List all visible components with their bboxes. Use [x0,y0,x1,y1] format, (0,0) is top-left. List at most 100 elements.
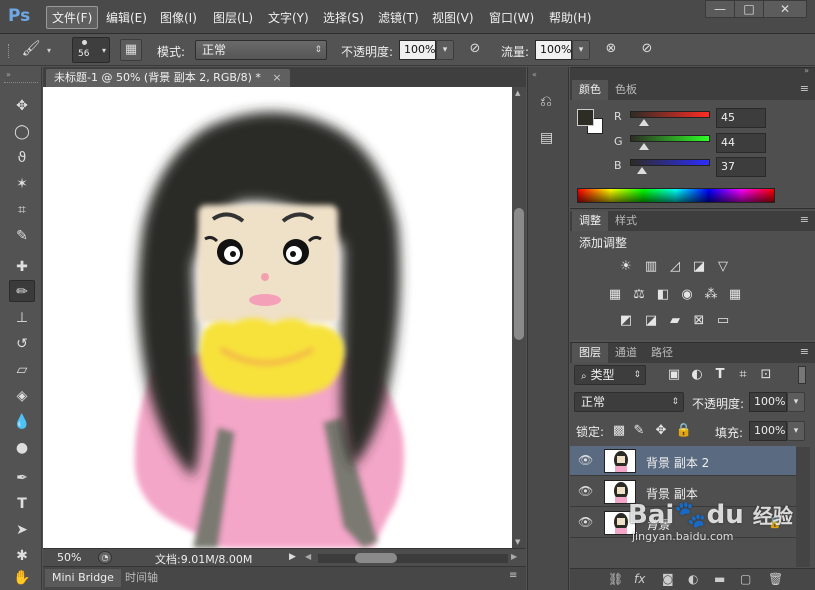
lock-all-icon[interactable]: 🔒 [675,423,693,439]
chevron-down-icon[interactable]: ▾ [787,392,805,412]
brightness-icon[interactable]: ☀ [617,259,635,275]
b-slider-caret[interactable] [637,167,647,174]
invert-icon[interactable]: ◩ [617,313,635,329]
link-layers-icon[interactable]: ⛓ [608,572,623,586]
photo-filter-icon[interactable]: ◉ [678,287,696,303]
layer-row-selected[interactable]: 👁 背景 副本 2 [570,446,796,476]
maximize-button[interactable]: □ [734,0,764,18]
foreground-color-swatch[interactable] [577,109,594,126]
close-button[interactable]: ✕ [763,0,807,18]
eye-icon[interactable]: 👁 [578,484,593,498]
lasso-tool-icon[interactable]: ϑ [9,147,35,169]
menu-edit[interactable]: 编辑(E) [106,9,147,26]
properties-icon[interactable]: ▤ [540,130,553,146]
airbrush-icon[interactable]: ⊗ [600,39,622,61]
g-slider-caret[interactable] [639,143,649,150]
brush-tool-icon[interactable]: ✏ [9,280,35,302]
grip-handle[interactable] [4,82,38,85]
b-value-field[interactable]: 37 [716,157,766,177]
minimize-button[interactable]: — [705,0,735,18]
collapse-arrows-icon[interactable]: » [6,70,11,79]
brush-picker[interactable]: 56 ▾ [72,37,110,63]
g-value-field[interactable]: 44 [716,133,766,153]
tool-preset-arrow-icon[interactable]: ▾ [47,46,51,55]
filter-shape-icon[interactable]: ⌗ [734,367,752,383]
status-menu-arrow-icon[interactable]: ▶ [289,552,296,562]
filter-pixel-icon[interactable]: ▣ [665,367,683,383]
new-group-icon[interactable]: ▬ [714,572,725,586]
menu-help[interactable]: 帮助(H) [549,9,591,26]
pressure-opacity-icon[interactable]: ⊘ [464,39,486,61]
menu-select[interactable]: 选择(S) [323,9,364,26]
r-value-field[interactable]: 45 [716,108,766,128]
gradient-map-icon[interactable]: ▭ [714,313,732,329]
layer-filter-select[interactable]: ⌕ 类型 ⇕ [574,365,646,385]
filter-type-icon[interactable]: T [711,367,729,383]
pen-tool-icon[interactable]: ✒ [9,467,35,489]
blend-mode-select[interactable]: 正常 ⇕ [574,392,684,412]
magic-wand-tool-icon[interactable]: ✶ [9,173,35,195]
dodge-tool-icon[interactable]: ● [9,437,35,459]
hue-saturation-icon[interactable]: ▦ [606,287,624,303]
filter-adjustment-icon[interactable]: ◐ [688,367,706,383]
lock-transparent-icon[interactable]: ▩ [610,423,628,439]
history-brush-tool-icon[interactable]: ↺ [9,333,35,355]
layer-name[interactable]: 背景 副本 2 [646,454,709,471]
add-mask-icon[interactable]: ◙ [662,572,674,586]
pressure-size-icon[interactable]: ⊘ [636,39,658,61]
menu-type[interactable]: 文字(Y) [268,9,309,26]
tab-channels[interactable]: 通道 [608,343,644,363]
eye-icon[interactable]: 👁 [578,453,593,467]
brush-tool-icon[interactable]: 🖌 [20,38,42,60]
crop-tool-icon[interactable]: ⌗ [9,199,35,221]
levels-icon[interactable]: ▥ [642,259,660,275]
eraser-tool-icon[interactable]: ▱ [9,359,35,381]
scroll-up-icon[interactable]: ▲ [515,89,520,97]
tab-layers[interactable]: 图层 [572,343,608,363]
layers-scrollbar[interactable] [796,447,810,567]
grip-handle[interactable] [8,44,12,58]
mode-select[interactable]: 正常 ⇕ [195,40,327,60]
type-tool-icon[interactable]: T [9,493,35,515]
scroll-left-icon[interactable]: ◀ [305,552,311,561]
tab-timeline[interactable]: 时间轴 [125,569,158,587]
menu-layer[interactable]: 图层(L) [213,9,253,26]
paint-bucket-tool-icon[interactable]: ◈ [9,385,35,407]
scroll-right-icon[interactable]: ▶ [511,552,517,561]
opacity-dropdown-icon[interactable]: ▾ [436,40,454,60]
menu-file[interactable]: 文件(F) [46,6,99,29]
shape-tool-icon[interactable]: ✱ [9,545,35,567]
filter-toggle[interactable] [798,366,806,384]
exposure-icon[interactable]: ◪ [690,259,708,275]
fill-field[interactable]: 100% [749,421,787,441]
panel-menu-icon[interactable]: ≡ [800,82,809,95]
panel-menu-icon[interactable]: ≡ [800,345,809,358]
hand-tool-icon[interactable]: ✋ [9,567,35,589]
horizontal-scrollbar[interactable] [318,554,508,563]
panel-menu-icon[interactable]: ≡ [800,213,809,226]
chevron-down-icon[interactable]: ▾ [787,421,805,441]
collapse-arrows-icon[interactable]: « [532,70,537,79]
menu-image[interactable]: 图像(I) [160,9,197,26]
canvas[interactable] [43,87,513,548]
threshold-icon[interactable]: ▰ [666,313,684,329]
menu-view[interactable]: 视图(V) [432,9,474,26]
vibrance-icon[interactable]: ▽ [714,259,732,275]
layer-opacity-field[interactable]: 100% [749,392,787,412]
selective-color-icon[interactable]: ⊠ [690,313,708,329]
r-slider-caret[interactable] [639,119,649,126]
collapse-arrows-icon[interactable]: » [804,66,809,75]
zoom-level[interactable]: 50% [57,551,81,564]
g-slider[interactable] [630,135,710,142]
posterize-icon[interactable]: ◪ [642,313,660,329]
lock-pixels-icon[interactable]: ✎ [630,423,648,439]
clone-stamp-tool-icon[interactable]: ⊥ [9,307,35,329]
opacity-field[interactable]: 100% [399,40,436,60]
eye-icon[interactable]: 👁 [578,515,593,529]
scroll-down-icon[interactable]: ▼ [515,538,520,546]
brush-panel-icon[interactable]: ▦ [120,39,142,61]
black-white-icon[interactable]: ◧ [654,287,672,303]
panel-menu-icon[interactable]: ≡ [509,570,517,581]
channel-mixer-icon[interactable]: ⁂ [702,287,720,303]
filter-smart-object-icon[interactable]: ⊡ [757,367,775,383]
